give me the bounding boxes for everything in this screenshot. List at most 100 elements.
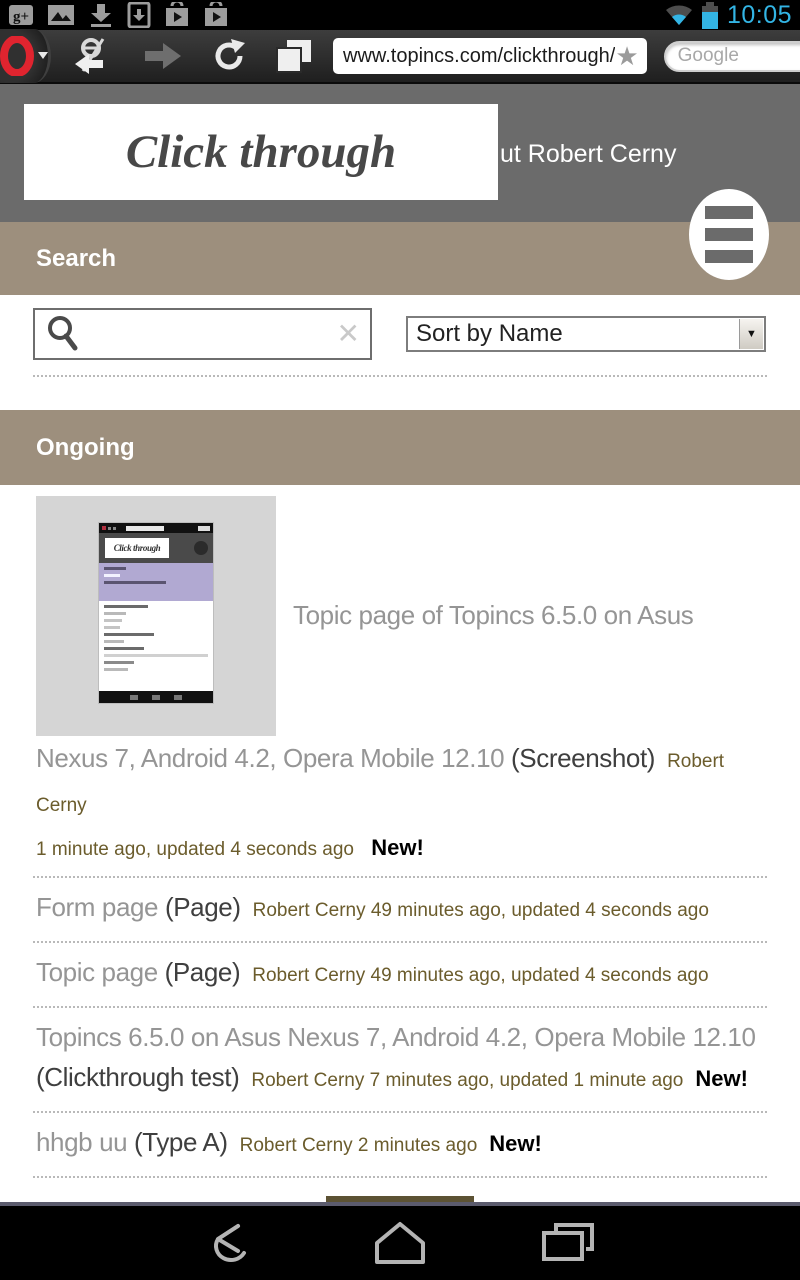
- download-icon: [88, 2, 114, 28]
- hamburger-bar: [705, 206, 753, 219]
- opera-menu-button[interactable]: [0, 29, 51, 83]
- ongoing-list: Click through Topic page of Topincs 6.5.0…: [0, 485, 800, 1202]
- hamburger-bar: [705, 228, 753, 241]
- thumbnail-line: [104, 640, 124, 643]
- tabs-icon[interactable]: [275, 38, 313, 74]
- thumbnail-line: [104, 633, 154, 636]
- search-section-title: Search: [36, 245, 116, 273]
- list-item[interactable]: Click through Topic page of Topincs 6.5.0…: [0, 485, 800, 876]
- search-input[interactable]: [79, 321, 337, 347]
- recents-icon: [542, 1223, 594, 1263]
- item-title-link[interactable]: hhgb uu: [36, 1127, 134, 1157]
- thumbnail-statusbar: [99, 523, 213, 533]
- url-text[interactable]: www.topincs.com/clickthrough/: [343, 45, 615, 68]
- item-title-link[interactable]: Topincs 6.5.0 on Asus Nexus 7, Android 4…: [36, 1022, 756, 1052]
- battery-icon: [701, 2, 719, 29]
- nav-home-button[interactable]: [370, 1218, 430, 1268]
- thumbnail-line: [104, 574, 120, 577]
- address-bar[interactable]: www.topincs.com/clickthrough/ ★: [333, 38, 647, 74]
- site-logo[interactable]: Click through: [24, 104, 498, 200]
- list-item[interactable]: Topic page (Page)Robert Cerny 49 minutes…: [0, 943, 800, 1006]
- wifi-icon: [665, 3, 693, 27]
- back-icon: [204, 1222, 256, 1264]
- bookmark-star-icon[interactable]: ★: [615, 43, 638, 69]
- search-row: ✕ Sort by Name ▼: [0, 295, 800, 375]
- nav-back-button[interactable]: [200, 1218, 260, 1268]
- clear-search-icon[interactable]: ✕: [337, 320, 360, 348]
- android-nav-bar: [0, 1206, 800, 1280]
- thumbnail-menu-circle: [194, 541, 208, 555]
- thumbnail-urlbar: [126, 526, 164, 531]
- item-title-link[interactable]: Form page: [36, 892, 165, 922]
- ongoing-section-title: Ongoing: [36, 434, 135, 462]
- page-header: ut Robert Cerny Click through: [0, 84, 800, 222]
- search-icon: [45, 315, 79, 353]
- notification-icons: g+: [8, 2, 229, 28]
- thumbnail-searchbar: [198, 526, 210, 531]
- item-line: hhgb uu (Type A)Robert Cerny 2 minutes a…: [36, 1122, 764, 1166]
- thumbnail-purple-band: [99, 563, 213, 601]
- thumbnail-line: [104, 619, 122, 622]
- item-line: Topincs 6.5.0 on Asus Nexus 7, Android 4…: [36, 1017, 764, 1101]
- thumbnail-logo: Click through: [105, 538, 169, 558]
- search-box[interactable]: ✕: [33, 308, 372, 360]
- header-user-text[interactable]: ut Robert Cerny: [500, 140, 676, 169]
- web-page: ut Robert Cerny Click through Search ✕ S…: [0, 84, 800, 1202]
- chevron-down-icon: [38, 52, 48, 60]
- gallery-icon: [47, 2, 75, 28]
- thumbnail-line: [104, 668, 128, 671]
- thumbnail-navbar: [99, 691, 213, 703]
- thumbnail-line: [104, 612, 126, 615]
- item-type-label: (Page): [165, 892, 241, 922]
- thumbnail-nav-dot: [152, 695, 160, 700]
- dropdown-arrow-icon: ▼: [746, 328, 757, 340]
- new-badge: New!: [371, 835, 424, 860]
- thumbnail-line: [104, 626, 120, 629]
- item-line: Form page (Page) Robert Cerny 49 minutes …: [36, 887, 764, 931]
- thumbnail-dot: [108, 527, 111, 530]
- item-meta: Robert Cerny 7 minutes ago, updated 1 mi…: [251, 1070, 683, 1091]
- site-logo-text: Click through: [126, 125, 396, 179]
- thumbnail-dot: [113, 527, 116, 530]
- forward-icon[interactable]: [143, 42, 183, 70]
- nav-recents-button[interactable]: [538, 1218, 598, 1268]
- thumbnail-nav-dot: [174, 695, 182, 700]
- divider: [33, 375, 767, 377]
- thumbnail-header: Click through: [99, 533, 213, 563]
- play-store-icon: [164, 2, 190, 28]
- item-meta: Robert Cerny 49 minutes ago, updated 4 s…: [253, 900, 709, 921]
- back-zoom-icon[interactable]: [73, 37, 115, 75]
- opera-logo-icon: [0, 36, 34, 76]
- item-title-link[interactable]: Topic page of Topincs 6.5.0 on Asus: [293, 496, 693, 736]
- item-meta-line: 1 minute ago, updated 4 seconds ago New!: [36, 826, 764, 870]
- thumbnail-line: [104, 567, 126, 570]
- device-screen: g+ 10:05 www.topincs.com/clickthrough/ ★: [0, 0, 800, 1280]
- reload-icon[interactable]: [211, 37, 247, 75]
- svg-text:g+: g+: [13, 9, 29, 25]
- item-top-row: Click through Topic page of Topincs 6.5.0…: [36, 496, 764, 736]
- item-timestamp: 1 minute ago, updated 4 seconds ago: [36, 839, 359, 860]
- play-store-icon: [203, 2, 229, 28]
- list-item[interactable]: Topincs 6.5.0 on Asus Nexus 7, Android 4…: [0, 1008, 800, 1111]
- gplus-icon: g+: [8, 2, 34, 28]
- list-item[interactable]: Form page (Page) Robert Cerny 49 minutes …: [0, 878, 800, 941]
- item-thumbnail[interactable]: Click through: [36, 496, 276, 736]
- item-title-continuation: Nexus 7, Android 4.2, Opera Mobile 12.10…: [36, 738, 764, 826]
- ongoing-section-header: Ongoing: [0, 410, 800, 485]
- hamburger-menu-button[interactable]: [689, 189, 769, 280]
- list-item[interactable]: hhgb uu (Type A)Robert Cerny 2 minutes a…: [0, 1113, 800, 1176]
- sort-dropdown-button[interactable]: ▼: [739, 319, 763, 349]
- thumbnail-nav-dot: [130, 695, 138, 700]
- item-title-link[interactable]: Topic page: [36, 957, 165, 987]
- thumbnail-line: [104, 581, 166, 584]
- device-download-icon: [127, 2, 151, 28]
- new-badge: New!: [695, 1066, 748, 1091]
- thumbnail-line: [104, 647, 144, 650]
- item-title-link[interactable]: Nexus 7, Android 4.2, Opera Mobile 12.10: [36, 743, 511, 773]
- clock: 10:05: [727, 1, 792, 30]
- home-icon: [373, 1221, 427, 1265]
- item-meta: Robert Cerny 49 minutes ago, updated 4 s…: [252, 965, 708, 986]
- thumbnail-line: [104, 605, 148, 608]
- sort-select[interactable]: Sort by Name ▼: [406, 316, 766, 352]
- web-search-input[interactable]: [664, 41, 800, 72]
